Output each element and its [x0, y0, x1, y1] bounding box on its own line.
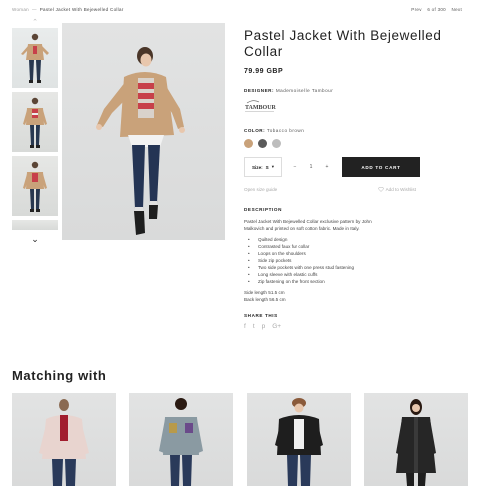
- share-icons: f t p G+: [244, 323, 476, 330]
- swatch-light-grey[interactable]: [272, 139, 281, 148]
- add-to-cart-button[interactable]: ADD TO CART: [342, 157, 420, 177]
- designer-name[interactable]: Mademoiselle Tambour: [276, 88, 333, 93]
- quantity-stepper: − 1 +: [290, 157, 332, 177]
- wishlist-link[interactable]: Add to Wishlist: [377, 187, 416, 192]
- quantity-plus-button[interactable]: +: [322, 164, 332, 170]
- designer-label: DESIGNER:: [244, 88, 275, 93]
- facebook-icon[interactable]: f: [244, 323, 246, 330]
- breadcrumb-parent-link[interactable]: Woman: [12, 7, 29, 12]
- model-image: [23, 161, 47, 212]
- pinterest-icon[interactable]: p: [262, 323, 266, 330]
- matching-product-4[interactable]: [363, 393, 468, 486]
- side-length: Side length 51.5 cm: [244, 290, 285, 295]
- feature-item: Contrasted faux fur collar: [244, 243, 476, 250]
- breadcrumb: Woman — Pastel Jacket With Bejewelled Coll…: [12, 7, 124, 12]
- thumbnail-strip: ⌃ ⌄: [12, 18, 58, 244]
- feature-item: Loops on the shoulders: [244, 250, 476, 257]
- feature-item: Long sleeve with elastic cuffs: [244, 271, 476, 278]
- thumbnail-4[interactable]: [12, 220, 58, 230]
- thumbnail-up-icon[interactable]: ⌃: [12, 18, 58, 28]
- description-text: Pastel Jacket With Bejewelled Collar exc…: [244, 219, 372, 231]
- feature-item: Quilted design: [244, 236, 476, 243]
- matching-product-3[interactable]: [246, 393, 351, 486]
- description-heading: DESCRIPTION: [244, 207, 282, 212]
- thumbnail-down-icon[interactable]: ⌄: [12, 234, 58, 244]
- size-label: Size:: [251, 164, 263, 170]
- twitter-icon[interactable]: t: [253, 323, 255, 330]
- size-value: S: [265, 164, 269, 170]
- matching-heading: Matching with: [12, 368, 107, 383]
- brand-logo-text: TAMBOUR: [245, 105, 277, 111]
- model-image: [274, 398, 323, 486]
- brand-logo[interactable]: TAMBOUR: [244, 98, 282, 114]
- model-image: [23, 97, 47, 148]
- product-price: 79.99 GBP: [244, 68, 284, 75]
- thumbnail-1[interactable]: [12, 28, 58, 88]
- google-plus-icon[interactable]: G+: [272, 323, 281, 330]
- swatch-tobacco-brown[interactable]: [244, 139, 253, 148]
- measurements: Side length 51.5 cm Back length 56.5 cm: [244, 289, 476, 303]
- model-image: [96, 47, 185, 235]
- purchase-row: Size: S ▾ − 1 + ADD TO CART: [244, 157, 476, 177]
- back-length: Back length 56.5 cm: [244, 297, 286, 302]
- product-title: Pastel Jacket With Bejewelled Collar: [244, 28, 442, 59]
- feature-item: Side zip pockets: [244, 257, 476, 264]
- next-link[interactable]: Next: [452, 7, 462, 12]
- color-row: COLOR: Tobacco brown: [244, 128, 476, 133]
- breadcrumb-current: Pastel Jacket With Bejewelled Collar: [39, 7, 124, 12]
- secondary-links: Open size guide Add to Wishlist: [244, 187, 416, 192]
- thumbnail-3[interactable]: [12, 156, 58, 216]
- pager-position: 6 of 300: [427, 7, 446, 12]
- chevron-down-icon: ▾: [271, 164, 275, 169]
- matching-product-2[interactable]: [129, 393, 234, 486]
- feature-item: Two side pockets with one press stud fas…: [244, 264, 476, 271]
- wishlist-label: Add to Wishlist: [385, 187, 416, 192]
- quantity-value[interactable]: 1: [306, 164, 316, 170]
- prev-link[interactable]: Prev: [411, 7, 421, 12]
- product-details: Pastel Jacket With Bejewelled Collar 79.…: [244, 28, 476, 330]
- main-product-image[interactable]: [62, 23, 225, 240]
- size-select[interactable]: Size: S ▾: [244, 157, 282, 177]
- swatch-dark-grey[interactable]: [258, 139, 267, 148]
- color-label: COLOR:: [244, 128, 266, 133]
- color-name: Tobacco brown: [266, 128, 305, 133]
- feature-item: Zip fastening on the front section: [244, 278, 476, 285]
- feature-list: Quilted design Contrasted faux fur colla…: [244, 236, 476, 285]
- matching-product-1[interactable]: [12, 393, 116, 486]
- matching-products: [12, 393, 468, 486]
- model-image: [39, 399, 89, 486]
- size-guide-link[interactable]: Open size guide: [244, 187, 277, 192]
- product-pager: Prev 6 of 300 Next: [407, 7, 462, 12]
- designer-row: DESIGNER: Mademoiselle Tambour: [244, 88, 476, 93]
- heart-icon: [377, 187, 384, 192]
- model-image: [159, 398, 204, 486]
- share-heading: SHARE THIS: [244, 313, 278, 318]
- quantity-minus-button[interactable]: −: [290, 164, 300, 170]
- model-image: [395, 399, 436, 486]
- model-image: [21, 33, 49, 83]
- color-swatches: [244, 139, 476, 148]
- thumbnail-2[interactable]: [12, 92, 58, 152]
- breadcrumb-separator: —: [31, 7, 37, 12]
